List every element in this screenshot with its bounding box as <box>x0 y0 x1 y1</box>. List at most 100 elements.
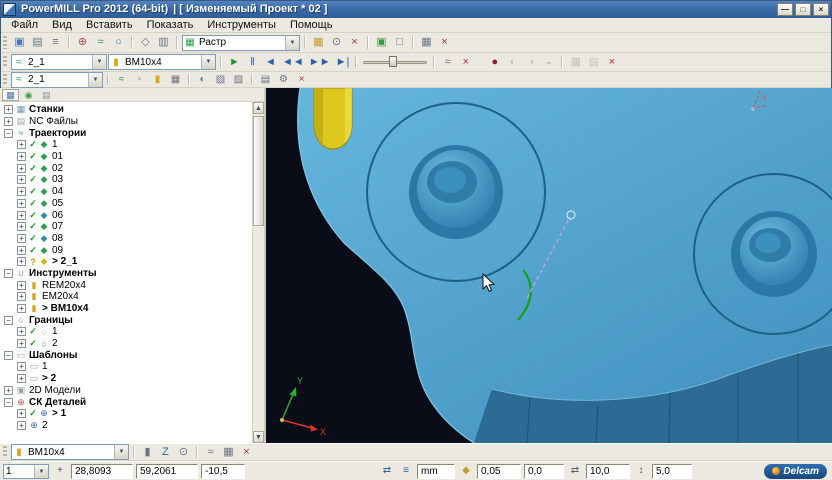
viewmill-exit-icon[interactable]: □ <box>391 35 408 50</box>
expand-icon[interactable]: + <box>17 152 26 162</box>
sim-pause-icon[interactable]: ‖ <box>244 55 261 70</box>
status-combo-dropdown-icon[interactable]: ▼ <box>34 464 48 478</box>
explorer-tab-html[interactable]: ▤ <box>38 89 55 101</box>
status-combo[interactable]: 1 ▼ <box>3 463 49 479</box>
sim-toolpath-combo-dropdown-icon[interactable]: ▼ <box>92 55 106 69</box>
tree-item-tools[interactable]: − ∪ Инструменты <box>0 268 252 280</box>
collapse-icon[interactable]: − <box>4 350 13 360</box>
tool-block-icon[interactable]: ▦ <box>220 445 237 460</box>
close-raster-toolbar-icon[interactable]: × <box>346 35 363 50</box>
tree-item-boundary-1[interactable]: + ✓ ○ 1 <box>0 326 252 338</box>
expand-icon[interactable]: + <box>17 339 26 349</box>
expand-icon[interactable]: + <box>17 222 26 232</box>
sim-fast-forward-icon[interactable]: ►► <box>307 55 333 70</box>
tree-item-workplane-1[interactable]: + ✓ ⊕ > 1 <box>0 408 252 420</box>
boundary-create-icon[interactable]: ○ <box>110 35 127 50</box>
scroll-up-icon[interactable]: ▲ <box>253 102 264 114</box>
minimize-button[interactable]: — <box>777 2 793 16</box>
expand-icon[interactable]: + <box>17 233 26 243</box>
expand-icon[interactable]: + <box>4 385 13 395</box>
tree-item-tool-em20x4[interactable]: + ▮ EM20x4 <box>0 291 252 303</box>
draw-points-icon[interactable]: ◦ <box>131 73 148 86</box>
collapse-icon[interactable]: − <box>4 397 13 407</box>
expand-icon[interactable]: + <box>17 257 26 267</box>
calculator-icon[interactable]: ▦ <box>310 35 327 50</box>
collision-check-icon[interactable]: ● <box>486 55 503 70</box>
tool-settings-icon[interactable]: ▮ <box>139 445 156 460</box>
close-sim-toolbar-icon[interactable]: × <box>457 55 474 70</box>
machine-tool-icon[interactable]: ▦ <box>567 55 584 70</box>
tree-item-toolpath-07[interactable]: + ✓ ◆ 07 <box>0 221 252 233</box>
tool-z-height-icon[interactable]: Z <box>157 445 174 460</box>
tree-item-boundaries[interactable]: − ○ Границы <box>0 314 252 326</box>
sim-rewind-icon[interactable]: ◄◄ <box>280 55 306 70</box>
expand-icon[interactable]: + <box>4 117 13 127</box>
block-mode-combo[interactable]: ▦ Растр ▼ <box>182 34 300 51</box>
sim-info-icon[interactable]: ▤ <box>585 55 602 70</box>
toolbar-grip[interactable] <box>3 55 7 69</box>
sim-speed-slider-thumb[interactable] <box>389 56 398 67</box>
viewmill-icon[interactable]: ▣ <box>373 35 390 50</box>
stepdown-icon[interactable]: ↕ <box>633 464 649 478</box>
menu-insert[interactable]: Вставить <box>79 19 140 31</box>
sim-step-back-icon[interactable]: ◄ <box>262 55 279 70</box>
tree-item-toolpath-09[interactable]: + ✓ ◆ 09 <box>0 244 252 256</box>
wireframe-icon[interactable]: ▧ <box>212 73 229 86</box>
tree-item-toolpath-06[interactable]: + ✓ ◆ 06 <box>0 209 252 221</box>
tree-item-pattern-1[interactable]: + ▭ 1 <box>0 361 252 373</box>
expand-icon[interactable]: + <box>17 304 26 314</box>
tool-solid-icon[interactable]: ◐ <box>504 55 521 70</box>
sim-tool-combo-dropdown-icon[interactable]: ▼ <box>201 55 215 69</box>
menu-help[interactable]: Помощь <box>283 19 340 31</box>
menu-view[interactable]: Вид <box>45 19 79 31</box>
expand-icon[interactable]: + <box>17 245 26 255</box>
tree-item-nc-files[interactable]: + ▤ NC Файлы <box>0 116 252 128</box>
expand-icon[interactable]: + <box>17 175 26 185</box>
collapse-icon[interactable]: − <box>4 315 13 325</box>
viewmill-target-combo[interactable]: ≈2_1 ▼ <box>11 71 103 88</box>
menu-file[interactable]: Файл <box>4 19 45 31</box>
close-entity-toolbar-icon[interactable]: × <box>603 55 620 70</box>
tree-item-toolpath-05[interactable]: + ✓ ◆ 05 <box>0 198 252 210</box>
tree-item-toolpath-04[interactable]: + ✓ ◆ 04 <box>0 186 252 198</box>
close-main-toolbar-icon[interactable]: × <box>436 35 453 50</box>
draw-toolpath-icon[interactable]: ≈ <box>113 73 130 86</box>
plunge-moves-icon[interactable]: ≡ <box>398 464 414 478</box>
tree-item-patterns[interactable]: − ▭ Шаблоны <box>0 349 252 361</box>
multicolour-icon[interactable]: ▨ <box>230 73 247 86</box>
expand-icon[interactable]: + <box>17 163 26 173</box>
tree-item-toolpath-1[interactable]: + ✓ ◆ 1 <box>0 139 252 151</box>
sim-to-end-icon[interactable]: ►| <box>334 55 352 70</box>
tree-item-toolpaths[interactable]: − ≈ Траектории <box>0 127 252 139</box>
toolbar-grip[interactable] <box>3 35 7 50</box>
sim-play-icon[interactable]: ► <box>226 55 243 70</box>
menu-display[interactable]: Показать <box>140 19 201 31</box>
settings-icon[interactable]: ⚙ <box>275 73 292 86</box>
close-button[interactable]: × <box>813 2 829 16</box>
toolbar-grip[interactable] <box>3 446 7 458</box>
draw-block-icon[interactable]: ▦ <box>167 73 184 86</box>
tree-item-toolpath-03[interactable]: + ✓ ◆ 03 <box>0 174 252 186</box>
statistics-icon[interactable]: ▤ <box>257 73 274 86</box>
expand-icon[interactable]: + <box>17 140 26 150</box>
sim-toolpath-combo[interactable]: ≈2_1 ▼ <box>11 54 107 70</box>
close-viewmill-toolbar-icon[interactable]: × <box>293 73 310 86</box>
expand-icon[interactable]: + <box>17 327 26 337</box>
expand-icon[interactable]: + <box>17 362 26 372</box>
expand-icon[interactable]: + <box>17 374 26 384</box>
viewport-3d[interactable]: Y X Y <box>266 88 832 443</box>
shade-icon[interactable]: ◐ <box>194 73 211 86</box>
tolerance-icon[interactable]: ◆ <box>458 464 474 478</box>
titlebar[interactable]: PowerMILL Pro 2012 (64-bit) | [ Изменяем… <box>0 0 832 18</box>
tool-shank-icon[interactable]: ◒ <box>540 55 557 70</box>
levels-icon[interactable]: ▥ <box>155 35 172 50</box>
block-mode-combo-dropdown-icon[interactable]: ▼ <box>285 35 299 50</box>
tree-item-tool-bm10x4[interactable]: + ▮ > BM10x4 <box>0 303 252 315</box>
tree-item-boundary-2[interactable]: + ✓ ○ 2 <box>0 338 252 350</box>
explorer-tab-explorer[interactable]: ▦ <box>2 88 19 101</box>
cursor-position-icon[interactable]: + <box>52 464 68 478</box>
stepover-icon[interactable]: ⇄ <box>567 464 583 478</box>
expand-icon[interactable]: + <box>17 409 26 419</box>
rapid-moves-icon[interactable]: ⇄ <box>379 464 395 478</box>
active-tool-combo-dropdown-icon[interactable]: ▼ <box>114 445 128 459</box>
